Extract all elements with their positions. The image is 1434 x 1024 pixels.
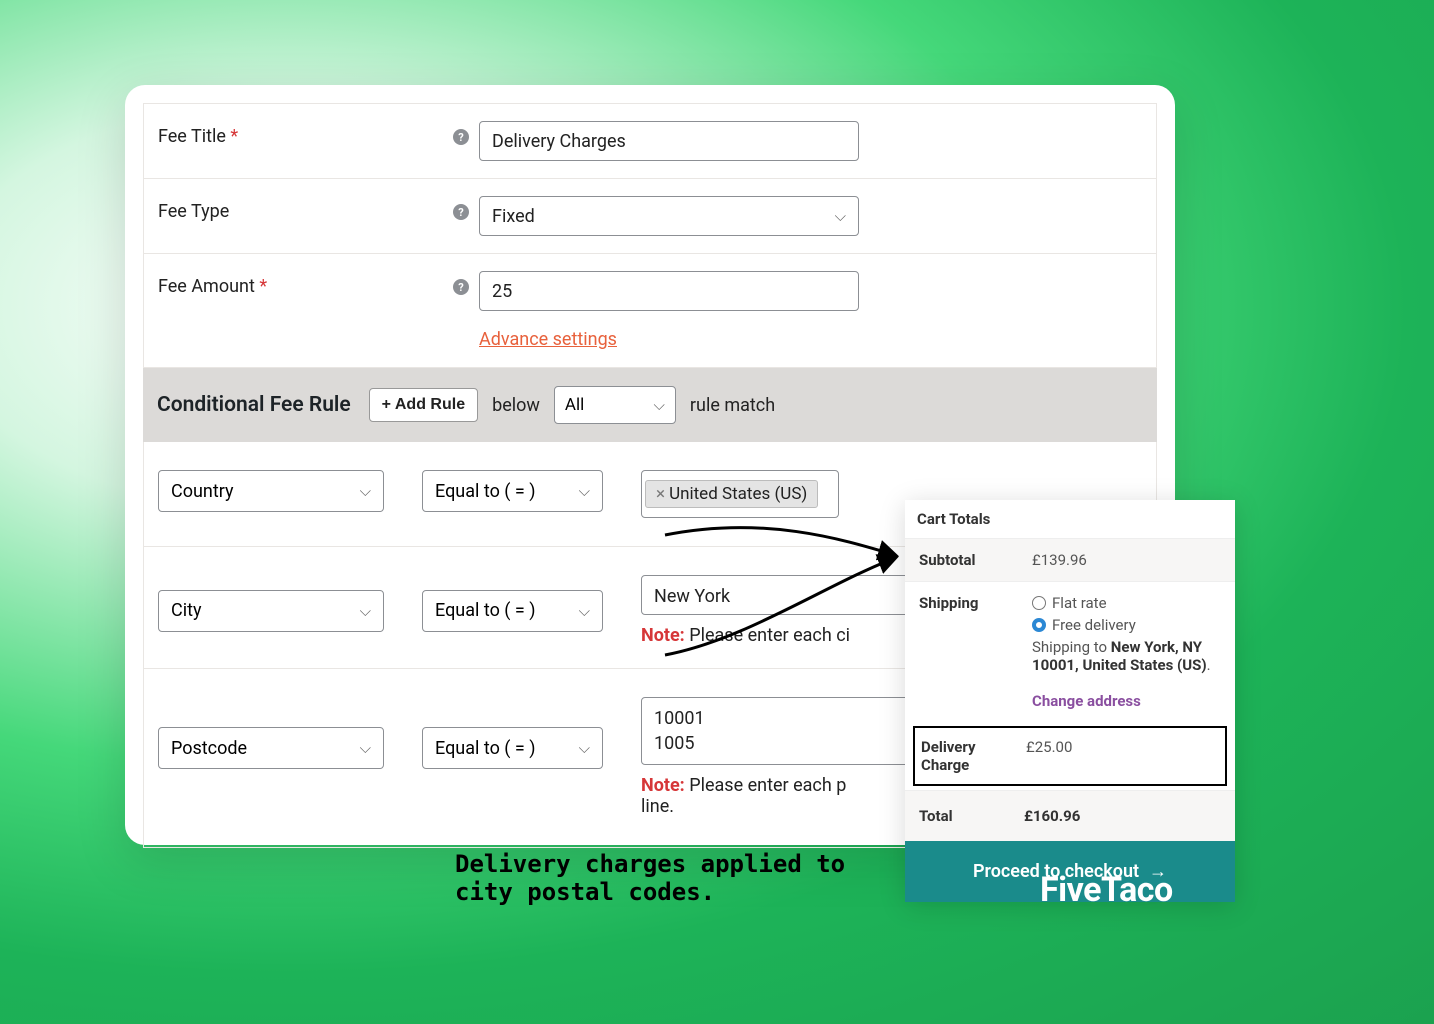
rule-match-text: rule match [690, 395, 775, 416]
shipping-row: Shipping Flat rate Free delivery Shippin… [905, 581, 1235, 722]
fee-title-row: Fee Title * ? Delivery Charges [144, 104, 1156, 179]
subtotal-row: Subtotal £139.96 [905, 538, 1235, 581]
chevron-down-icon: ⌵ [360, 602, 371, 620]
fee-type-label: Fee Type [158, 196, 443, 222]
rule-value-tag-input[interactable]: ×United States (US) [641, 470, 839, 518]
fee-title-input[interactable]: Delivery Charges [479, 121, 859, 161]
shipping-to-text: Shipping to New York, NY 10001, United S… [1032, 638, 1221, 674]
postcode-note2: line. [641, 796, 927, 817]
change-address-link[interactable]: Change address [1032, 692, 1221, 710]
help-icon[interactable]: ? [453, 204, 469, 220]
delivery-charge-label: Delivery Charge [921, 738, 1026, 774]
fee-amount-label: Fee Amount * [158, 271, 443, 297]
subtotal-value: £139.96 [1032, 551, 1221, 569]
city-note: Note: Please enter each ci [641, 625, 927, 646]
postcode-input[interactable]: 10001 1005 [641, 697, 927, 765]
chevron-down-icon: ⌵ [579, 482, 590, 500]
rule-operator-select[interactable]: Equal to ( = )⌵ [422, 470, 603, 512]
fee-form: Fee Title * ? Delivery Charges Fee Type … [143, 103, 1157, 368]
help-icon[interactable]: ? [453, 129, 469, 145]
chevron-down-icon: ⌵ [579, 739, 590, 757]
cart-title: Cart Totals [905, 500, 1235, 538]
watermark: FiveTaco [1040, 870, 1173, 910]
fee-type-row: Fee Type ? Fixed ⌵ [144, 179, 1156, 254]
cart-totals-popup: Cart Totals Subtotal £139.96 Shipping Fl… [905, 500, 1235, 902]
chevron-down-icon: ⌵ [360, 739, 371, 757]
chevron-down-icon: ⌵ [579, 602, 590, 620]
add-rule-button[interactable]: + Add Rule [369, 388, 478, 422]
delivery-charge-box: Delivery Charge £25.00 [913, 726, 1227, 786]
rule-field-select[interactable]: Country⌵ [158, 470, 384, 512]
fee-amount-row: Fee Amount * ? 25 Advance settings [144, 254, 1156, 368]
chevron-down-icon: ⌵ [360, 482, 371, 500]
total-value: £160.96 [1024, 807, 1221, 825]
rule-operator-select[interactable]: Equal to ( = )⌵ [422, 727, 603, 769]
rule-field-select[interactable]: Postcode⌵ [158, 727, 384, 769]
chevron-down-icon: ⌵ [835, 207, 846, 225]
total-row: Total £160.96 [905, 790, 1235, 841]
advance-settings-link[interactable]: Advance settings [479, 329, 617, 350]
settings-panel: Fee Title * ? Delivery Charges Fee Type … [125, 85, 1175, 845]
conditional-rule-bar: Conditional Fee Rule + Add Rule below Al… [143, 368, 1157, 442]
fee-type-select[interactable]: Fixed ⌵ [479, 196, 859, 236]
rule-field-select[interactable]: City⌵ [158, 590, 384, 632]
free-delivery-radio[interactable]: Free delivery [1032, 616, 1221, 634]
city-input[interactable]: New York [641, 575, 927, 615]
chevron-down-icon: ⌵ [654, 396, 665, 414]
fee-title-label: Fee Title * [158, 121, 443, 147]
country-tag[interactable]: ×United States (US) [645, 480, 818, 508]
remove-tag-icon[interactable]: × [656, 484, 665, 504]
total-label: Total [919, 807, 1024, 825]
help-icon[interactable]: ? [453, 279, 469, 295]
delivery-charge-value: £25.00 [1026, 738, 1219, 774]
rule-operator-select[interactable]: Equal to ( = )⌵ [422, 590, 603, 632]
flat-rate-radio[interactable]: Flat rate [1032, 594, 1221, 612]
caption-text: Delivery charges applied to city postal … [455, 850, 915, 906]
match-select[interactable]: All ⌵ [554, 386, 676, 424]
fee-amount-input[interactable]: 25 [479, 271, 859, 311]
subtotal-label: Subtotal [919, 551, 1024, 569]
below-text: below [492, 395, 540, 416]
shipping-label: Shipping [919, 594, 1024, 710]
conditional-title: Conditional Fee Rule [157, 393, 351, 417]
postcode-note: Note: Please enter each p [641, 775, 927, 796]
